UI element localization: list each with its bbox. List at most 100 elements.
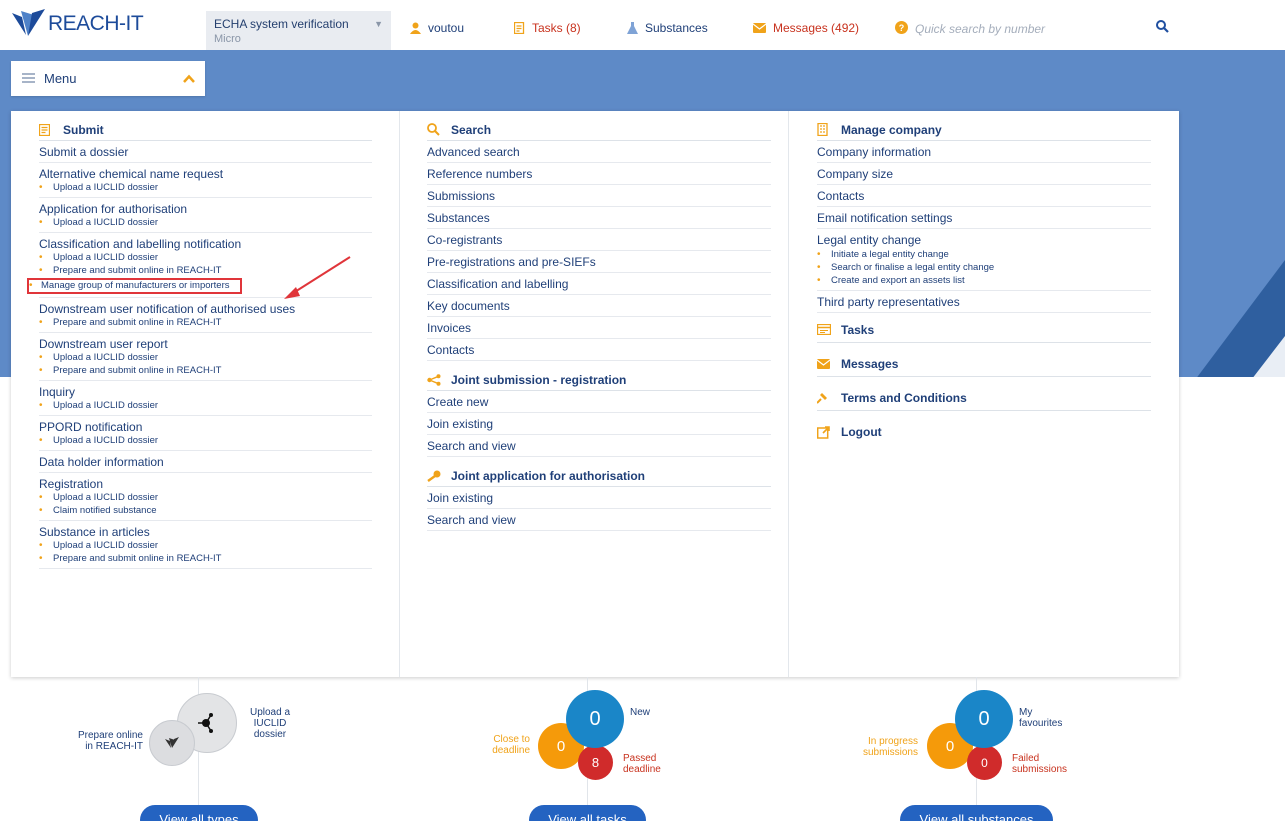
submenu-item-label: Upload a IUCLID dossier (53, 540, 159, 551)
view-all-substances-button[interactable]: View all substances (900, 805, 1053, 821)
user-menu[interactable]: voutou (410, 21, 464, 35)
passed-deadline-circle[interactable]: 8 (578, 745, 613, 780)
submenu-item-label: Create and export an assets list (831, 275, 965, 286)
submenu-group: Upload a IUCLID dossier (39, 216, 372, 233)
submenu-group: Prepare and submit online in REACH-IT (39, 316, 372, 333)
account-name: ECHA system verification (214, 17, 349, 31)
tasks-link[interactable]: Tasks (8) (514, 21, 581, 35)
substances-link[interactable]: Substances (627, 21, 708, 35)
substances-label: Substances (645, 21, 708, 35)
failed-submissions-circle[interactable]: 0 (967, 745, 1002, 780)
submenu-item-create-and-export-an-assets-list[interactable]: Create and export an assets list (817, 274, 1151, 287)
menu-item-key-documents[interactable]: Key documents (427, 295, 771, 317)
caret-down-icon: ▼ (374, 19, 383, 29)
submenu-item-manage-group-highlighted[interactable]: Manage group of manufacturers or importe… (27, 278, 242, 294)
annotation-arrow (284, 256, 351, 299)
menu-item-submit-a-dossier[interactable]: Submit a dossier (39, 141, 372, 163)
menu-item-company-size[interactable]: Company size (817, 163, 1151, 185)
new-tasks-circle[interactable]: 0 (566, 690, 624, 748)
quick-search-input[interactable] (915, 22, 1115, 36)
submenu-item-upload-a-iuclid-dossier[interactable]: Upload a IUCLID dossier (39, 434, 372, 447)
menu-item-terms[interactable]: Terms and Conditions (817, 385, 1151, 411)
submenu-item-upload-a-iuclid-dossier[interactable]: Upload a IUCLID dossier (39, 216, 372, 229)
menu-item-logout[interactable]: Logout (817, 419, 1151, 445)
menu-toggle[interactable]: Menu (11, 61, 205, 96)
menu-item-substances[interactable]: Substances (427, 207, 771, 229)
upload-iuclid-label: Upload a IUCLID dossier (249, 707, 291, 740)
my-favourites-label: My favourites (1019, 707, 1063, 729)
menu-item-tasks[interactable]: Tasks (817, 317, 1151, 343)
view-all-types-button[interactable]: View all types (140, 805, 258, 821)
menu-item-search-and-view[interactable]: Search and view (427, 435, 771, 457)
submenu-group: Upload a IUCLID dossier Prepare and submi… (39, 351, 372, 381)
menu-column-submit: Submit Submit a dossier Alternative chemi… (11, 111, 400, 677)
building-icon (817, 123, 835, 136)
submenu-item-upload-a-iuclid-dossier[interactable]: Upload a IUCLID dossier (39, 539, 372, 552)
submenu-item-label: Manage group of manufacturers or importe… (41, 280, 230, 291)
menu-item-advanced-search[interactable]: Advanced search (427, 141, 771, 163)
joint-submission-list: Create new Join existing Search and view (427, 391, 771, 457)
submenu-item-upload-a-iuclid-dossier[interactable]: Upload a IUCLID dossier (39, 491, 372, 504)
submenu-item-prepare-and-submit-online-in-reach-it[interactable]: Prepare and submit online in REACH-IT (39, 364, 372, 377)
gavel-icon (817, 392, 835, 404)
submenu-item-search-or-finalise-a-legal-entity-change[interactable]: Search or finalise a legal entity change (817, 261, 1151, 274)
menu-item-data-holder-information[interactable]: Data holder information (39, 451, 372, 473)
prepare-online-circle[interactable] (149, 720, 195, 766)
menu-item-invoices[interactable]: Invoices (427, 317, 771, 339)
submenu-item-upload-a-iuclid-dossier[interactable]: Upload a IUCLID dossier (39, 181, 372, 194)
menu-item-reference-numbers[interactable]: Reference numbers (427, 163, 771, 185)
menu-item-messages[interactable]: Messages (817, 351, 1151, 377)
view-all-tasks-button[interactable]: View all tasks (529, 805, 646, 821)
submenu-item-upload-a-iuclid-dossier[interactable]: Upload a IUCLID dossier (39, 399, 372, 412)
help-icon[interactable]: ? (895, 21, 908, 37)
submit-list: Submit a dossier Alternative chemical nam… (27, 141, 372, 569)
menu-item-submissions[interactable]: Submissions (427, 185, 771, 207)
reach-it-logo[interactable]: REACH-IT (12, 9, 144, 39)
submenu-item-initiate-a-legal-entity-change[interactable]: Initiate a legal entity change (817, 248, 1151, 261)
menu-item-search-and-view[interactable]: Search and view (427, 509, 771, 531)
document-icon (39, 123, 57, 136)
messages-link[interactable]: Messages (492) (753, 21, 859, 35)
search-button[interactable] (1156, 20, 1169, 36)
submenu-group: Upload a IUCLID dossier (39, 181, 372, 198)
menu-item-classification-and-labelling[interactable]: Classification and labelling (427, 273, 771, 295)
my-favourites-circle[interactable]: 0 (955, 690, 1013, 748)
company-list: Company information Company size Contacts E… (817, 141, 1151, 229)
submenu-item-prepare-and-submit-online-in-reach-it[interactable]: Prepare and submit online in REACH-IT (39, 552, 372, 565)
menu-item-pre-registrations-and-pre-siefs[interactable]: Pre-registrations and pre-SIEFs (427, 251, 771, 273)
submenu-item-claim-notified-substance[interactable]: Claim notified substance (39, 504, 372, 517)
top-bar: REACH-IT ECHA system verification Micro … (0, 0, 1285, 50)
submenu-item-label: Upload a IUCLID dossier (53, 252, 159, 263)
echa-logo-icon (12, 9, 45, 36)
submenu-item-upload-a-iuclid-dossier[interactable]: Upload a IUCLID dossier (39, 351, 372, 364)
chevron-up-icon (183, 72, 195, 86)
menu-item-third-party-representatives[interactable]: Third party representatives (817, 291, 1151, 313)
in-progress-label: In progress submissions (862, 736, 918, 758)
submenu-item-label: Upload a IUCLID dossier (53, 492, 159, 503)
tasks-icon (817, 324, 835, 335)
prepare-online-label: Prepare online in REACH-IT (77, 730, 143, 752)
section-submit-title: Submit (39, 119, 372, 141)
molecule-icon (198, 713, 213, 733)
search-list: Advanced search Reference numbers Submissi… (427, 141, 771, 361)
menu-item-join-existing[interactable]: Join existing (427, 487, 771, 509)
menu-item-join-existing[interactable]: Join existing (427, 413, 771, 435)
legal-entity-selector[interactable]: ECHA system verification Micro ▼ (206, 11, 391, 50)
reach-it-icon (165, 737, 179, 748)
menu-item-contacts[interactable]: Contacts (427, 339, 771, 361)
submenu-item-prepare-and-submit-online-in-reach-it[interactable]: Prepare and submit online in REACH-IT (39, 316, 372, 329)
menu-label: Menu (44, 71, 77, 86)
menu-item-email-notification-settings[interactable]: Email notification settings (817, 207, 1151, 229)
passed-deadline-label: Passed deadline (623, 753, 661, 775)
submenu-item-label: Initiate a legal entity change (831, 249, 949, 260)
joint-application-list: Join existing Search and view (427, 487, 771, 531)
menu-item-contacts[interactable]: Contacts (817, 185, 1151, 207)
menu-item-co-registrants[interactable]: Co-registrants (427, 229, 771, 251)
submenu-item-label: Upload a IUCLID dossier (53, 352, 159, 363)
envelope-icon (753, 23, 766, 33)
menu-item-company-information[interactable]: Company information (817, 141, 1151, 163)
section-joint-submission-title: Joint submission - registration (427, 369, 771, 391)
failed-submissions-label: Failed submissions (1012, 753, 1068, 775)
menu-item-create-new[interactable]: Create new (427, 391, 771, 413)
submenu-group: Upload a IUCLID dossier Claim notified su… (39, 491, 372, 521)
